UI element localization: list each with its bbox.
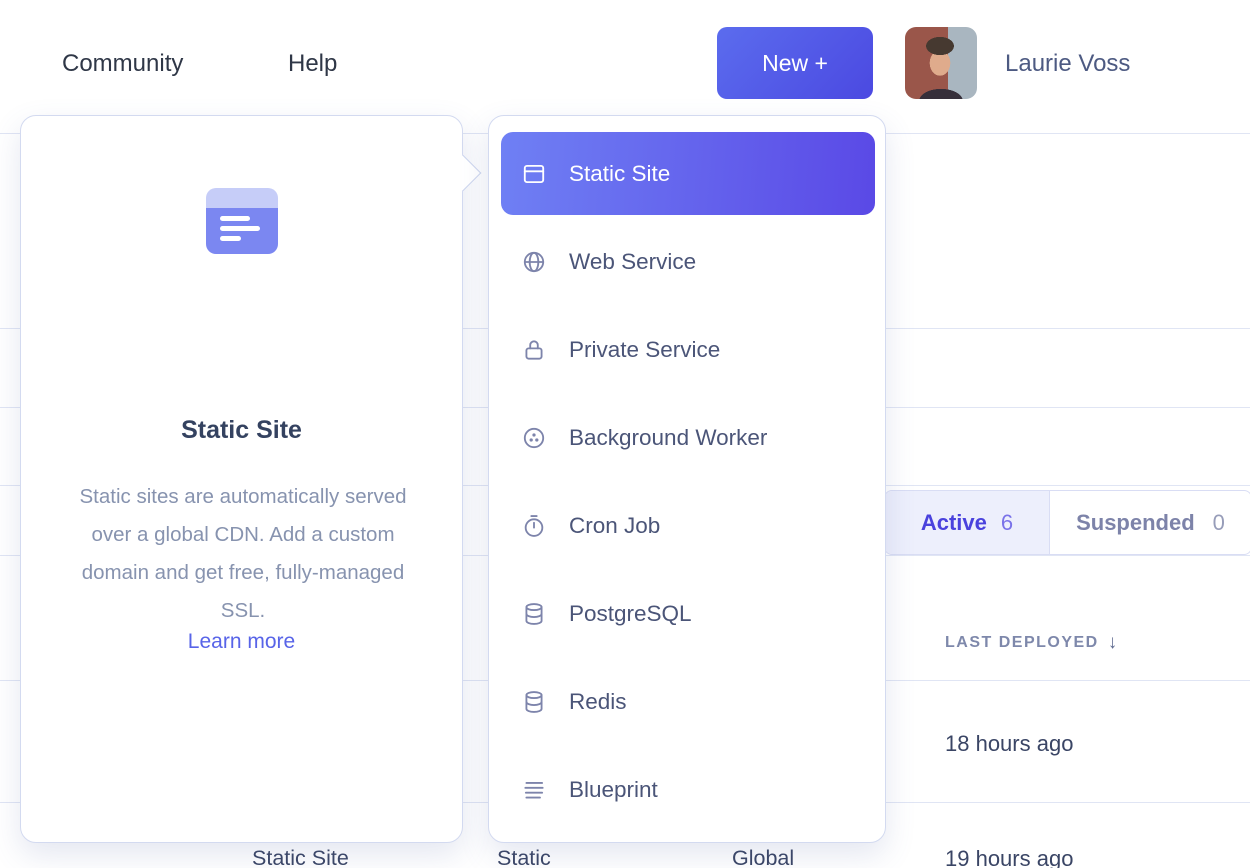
column-header-last-deployed[interactable]: LAST DEPLOYED ↓ [945, 632, 1117, 654]
runtime-cell: Static [497, 846, 551, 868]
tab-active[interactable]: Active 6 [885, 491, 1050, 554]
tab-active-count: 6 [1001, 510, 1013, 536]
static-site-icon [521, 161, 547, 187]
lock-icon [521, 337, 547, 363]
tab-active-label: Active [921, 510, 987, 536]
status-tabbar: Active 6 Suspended 0 [884, 490, 1250, 555]
menu-item-background-worker[interactable]: Background Worker [501, 394, 875, 482]
menu-item-label: Cron Job [569, 513, 660, 539]
user-name[interactable]: Laurie Voss [1005, 50, 1130, 78]
popover-title: Static Site [21, 416, 462, 445]
menu-item-postgresql[interactable]: PostgreSQL [501, 570, 875, 658]
render-dashboard-screen: Active 6 Suspended 0 LAST DEPLOYED ↓ 18 … [0, 0, 1250, 868]
last-deployed-cell: 19 hours ago [945, 846, 1073, 868]
menu-item-blueprint[interactable]: Blueprint [501, 746, 875, 834]
menu-item-static-site[interactable]: Static Site [501, 132, 875, 215]
menu-item-cron-job[interactable]: Cron Job [501, 482, 875, 570]
nav-link-community[interactable]: Community [62, 50, 183, 78]
sort-descending-icon: ↓ [1108, 632, 1118, 654]
service-type-cell: Static Site [252, 846, 349, 868]
new-service-dropdown: Static Site Web Service Private Service … [488, 115, 886, 843]
menu-item-label: Private Service [569, 337, 720, 363]
learn-more-link[interactable]: Learn more [21, 630, 462, 654]
popover-description: Static sites are automatically served ov… [77, 478, 409, 630]
new-button[interactable]: New + [717, 27, 873, 99]
menu-item-label: Background Worker [569, 425, 767, 451]
menu-item-web-service[interactable]: Web Service [501, 218, 875, 306]
menu-item-label: PostgreSQL [569, 601, 692, 627]
popover-arrow [445, 155, 482, 192]
menu-item-redis[interactable]: Redis [501, 658, 875, 746]
menu-item-private-service[interactable]: Private Service [501, 306, 875, 394]
avatar[interactable] [905, 27, 977, 99]
last-deployed-cell: 18 hours ago [945, 731, 1073, 757]
region-cell: Global [732, 846, 794, 868]
tab-suspended-count: 0 [1213, 510, 1225, 536]
static-site-card-icon [206, 188, 278, 254]
static-site-info-popover: Static Site Static sites are automatical… [20, 115, 463, 843]
blueprint-icon [521, 777, 547, 803]
database-icon [521, 689, 547, 715]
menu-item-label: Static Site [569, 161, 670, 187]
tab-suspended[interactable]: Suspended 0 [1050, 491, 1250, 554]
worker-icon [521, 425, 547, 451]
menu-item-label: Blueprint [569, 777, 658, 803]
database-icon [521, 601, 547, 627]
nav-link-help[interactable]: Help [288, 50, 337, 78]
menu-item-label: Redis [569, 689, 627, 715]
tab-suspended-label: Suspended [1076, 510, 1195, 536]
stopwatch-icon [521, 513, 547, 539]
menu-item-label: Web Service [569, 249, 696, 275]
globe-icon [521, 249, 547, 275]
